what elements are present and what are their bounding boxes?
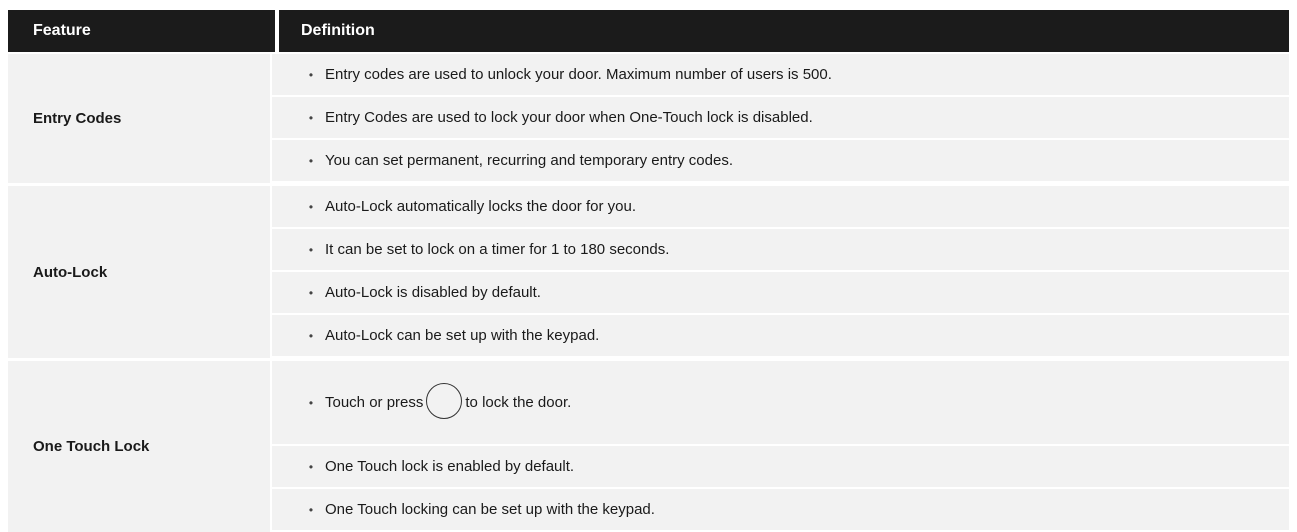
header-feature: Feature xyxy=(33,22,91,39)
bullet: • xyxy=(308,502,314,517)
definition-list: • Touch or press to lock the door. • One … xyxy=(272,361,1289,532)
definition-text-before: Touch or press xyxy=(325,393,424,411)
bullet: • xyxy=(308,459,314,474)
feature-cell: One Touch Lock xyxy=(8,361,270,532)
definition-text: One Touch lock is enabled by default. xyxy=(325,458,575,475)
definition-text: One Touch locking can be set up with the… xyxy=(325,501,655,518)
feature-name: One Touch Lock xyxy=(33,438,150,455)
definition-text: Entry codes are used to unlock your door… xyxy=(325,66,832,83)
bullet: • xyxy=(308,110,314,125)
definition-item: • One Touch lock is enabled by default. xyxy=(272,446,1289,487)
definition-text: Touch or press to lock the door. xyxy=(325,382,572,421)
group-entry-codes: Entry Codes • Entry codes are used to un… xyxy=(8,54,1289,183)
definition-item: • Auto-Lock can be set up with the keypa… xyxy=(272,315,1289,356)
definition-item: • You can set permanent, recurring and t… xyxy=(272,140,1289,181)
table-header: Feature Definition xyxy=(8,10,1289,52)
definition-list: • Auto-Lock automatically locks the door… xyxy=(272,186,1289,358)
definition-item: • Touch or press to lock the door. xyxy=(272,361,1289,444)
definition-item: • Entry Codes are used to lock your door… xyxy=(272,97,1289,138)
definition-list: • Entry codes are used to unlock your do… xyxy=(272,54,1289,183)
definition-item: • Entry codes are used to unlock your do… xyxy=(272,54,1289,95)
lock-button-circle-icon xyxy=(426,382,463,419)
definition-text: It can be set to lock on a timer for 1 t… xyxy=(325,241,670,258)
bullet: • xyxy=(308,395,314,410)
bullet: • xyxy=(308,153,314,168)
header-divider xyxy=(275,10,279,52)
bullet: • xyxy=(308,242,314,257)
definition-item: • It can be set to lock on a timer for 1… xyxy=(272,229,1289,270)
header-definition: Definition xyxy=(301,22,375,39)
bullet: • xyxy=(308,67,314,82)
definition-item: • Auto-Lock is disabled by default. xyxy=(272,272,1289,313)
feature-table: Feature Definition Entry Codes • Entry c… xyxy=(0,0,1297,532)
definition-item: • One Touch locking can be set up with t… xyxy=(272,489,1289,530)
feature-name: Entry Codes xyxy=(33,110,122,127)
definition-text: Auto-Lock can be set up with the keypad. xyxy=(325,327,600,344)
bullet: • xyxy=(308,199,314,214)
definition-text: Auto-Lock is disabled by default. xyxy=(325,284,541,301)
definition-text: Auto-Lock automatically locks the door f… xyxy=(325,198,636,215)
group-auto-lock: Auto-Lock • Auto-Lock automatically lock… xyxy=(8,186,1289,358)
definition-text: Entry Codes are used to lock your door w… xyxy=(325,109,813,126)
bullet: • xyxy=(308,328,314,343)
feature-cell: Entry Codes xyxy=(8,54,270,183)
definition-text: You can set permanent, recurring and tem… xyxy=(325,152,734,169)
feature-cell: Auto-Lock xyxy=(8,186,270,358)
group-one-touch-lock: One Touch Lock • Touch or press to lock t… xyxy=(8,361,1289,532)
feature-name: Auto-Lock xyxy=(33,263,108,281)
bullet: • xyxy=(308,285,314,300)
definition-text-after: to lock the door. xyxy=(465,393,572,411)
definition-item: • Auto-Lock automatically locks the door… xyxy=(272,186,1289,227)
